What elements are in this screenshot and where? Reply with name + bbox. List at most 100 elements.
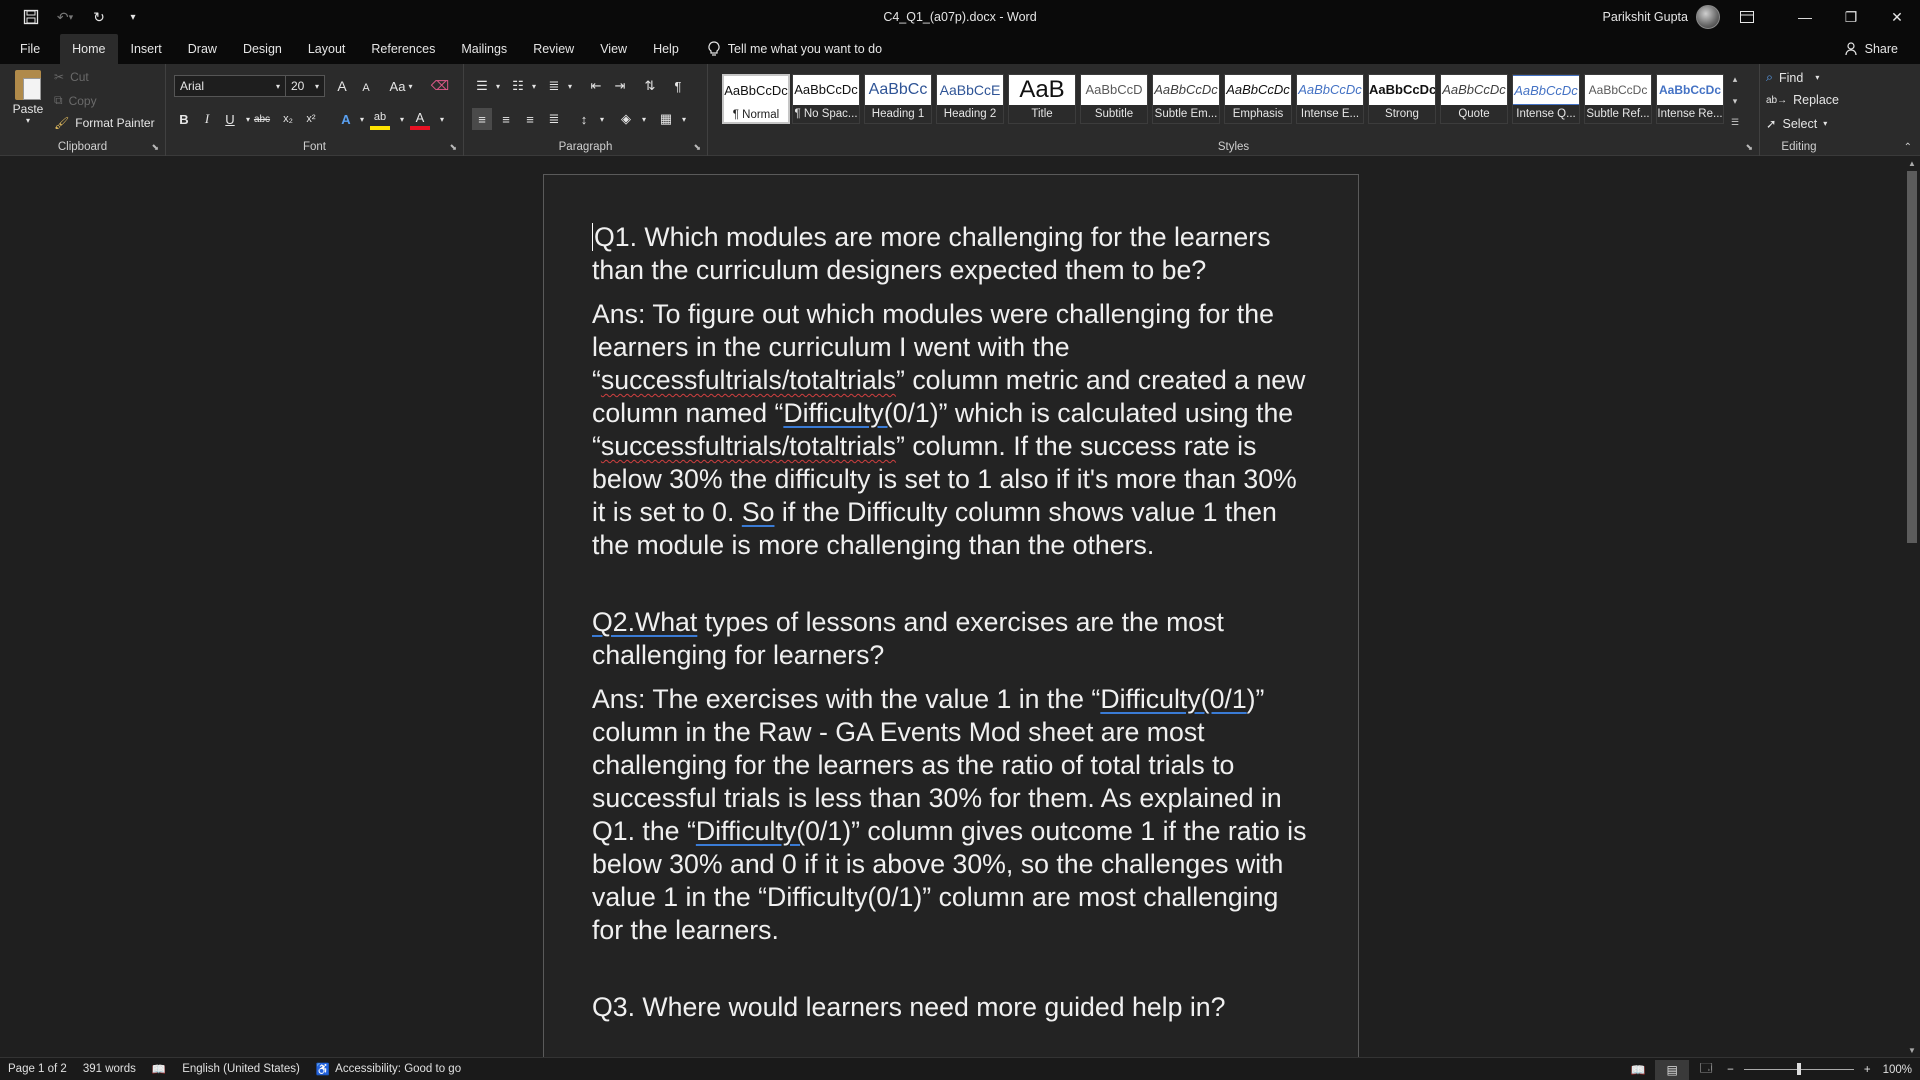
- justify-icon[interactable]: ≣: [544, 108, 564, 130]
- align-center-icon[interactable]: ≡: [496, 108, 516, 130]
- share-button[interactable]: Share: [1845, 34, 1898, 64]
- tab-home[interactable]: Home: [60, 34, 118, 64]
- style-quote[interactable]: AaBbCcDc Quote: [1440, 74, 1508, 124]
- change-case-button[interactable]: Aa ▾: [384, 75, 418, 97]
- borders-icon[interactable]: ▦: [656, 108, 676, 130]
- scroll-down-arrow-icon[interactable]: ▼: [1904, 1046, 1920, 1055]
- tab-file[interactable]: File: [0, 34, 60, 64]
- zoom-slider-knob[interactable]: [1796, 1063, 1801, 1075]
- chevron-down-icon[interactable]: ▾: [392, 108, 412, 130]
- grammar-flag[interactable]: Q2.What: [592, 607, 697, 637]
- avatar[interactable]: [1696, 5, 1720, 29]
- chevron-down-icon[interactable]: ▾: [352, 108, 372, 130]
- grammar-flag[interactable]: Difficulty(: [783, 398, 892, 428]
- tab-view[interactable]: View: [587, 34, 640, 64]
- spelling-error[interactable]: successfultrials/totaltrials: [601, 365, 896, 395]
- chevron-down-icon[interactable]: ▾: [432, 108, 452, 130]
- grammar-flag[interactable]: So: [742, 497, 775, 527]
- document-page[interactable]: Q1. Which modules are more challenging f…: [543, 174, 1359, 1057]
- accessibility-checker[interactable]: ♿ Accessibility: Good to go: [308, 1062, 469, 1076]
- style-subtle-emphasis[interactable]: AaBbCcDc Subtle Em...: [1152, 74, 1220, 124]
- italic-button[interactable]: I: [197, 108, 217, 130]
- tab-review[interactable]: Review: [520, 34, 587, 64]
- document-body[interactable]: Q1. Which modules are more challenging f…: [592, 221, 1312, 1035]
- style-strong[interactable]: AaBbCcDc Strong: [1368, 74, 1436, 124]
- shrink-font-icon[interactable]: A: [356, 77, 376, 99]
- style-title[interactable]: AaB Title: [1008, 74, 1076, 124]
- subscript-button[interactable]: x₂: [278, 108, 298, 130]
- chevron-down-icon[interactable]: ▾: [524, 75, 544, 97]
- spelling-error[interactable]: successfultrials/totaltrials: [601, 431, 896, 461]
- align-left-icon[interactable]: ≡: [472, 108, 492, 130]
- restore-icon[interactable]: ❐: [1828, 0, 1874, 34]
- style-subtle-reference[interactable]: AaBbCcDc Subtle Ref...: [1584, 74, 1652, 124]
- tab-design[interactable]: Design: [230, 34, 295, 64]
- web-layout-icon[interactable]: 🗔: [1689, 1060, 1723, 1080]
- superscript-button[interactable]: x²: [301, 108, 321, 130]
- tab-draw[interactable]: Draw: [175, 34, 230, 64]
- grammar-flag[interactable]: Difficulty(: [696, 816, 805, 846]
- copy-button[interactable]: ⧉ Copy: [54, 93, 97, 108]
- cut-button[interactable]: ✂ Cut: [54, 70, 89, 84]
- paste-button[interactable]: Paste ▾: [10, 70, 46, 125]
- tab-insert[interactable]: Insert: [118, 34, 175, 64]
- style-intense-reference[interactable]: AaBbCcDc Intense Re...: [1656, 74, 1724, 124]
- shading-icon[interactable]: ◈: [616, 108, 636, 130]
- tell-me-search[interactable]: Tell me what you want to do: [692, 34, 882, 64]
- chevron-down-icon[interactable]: ▾: [592, 108, 612, 130]
- print-layout-icon[interactable]: ▤: [1655, 1059, 1690, 1080]
- zoom-slider[interactable]: [1743, 1063, 1854, 1075]
- style-heading-2[interactable]: AaBbCcE Heading 2: [936, 74, 1004, 124]
- tab-mailings[interactable]: Mailings: [448, 34, 520, 64]
- word-count[interactable]: 391 words: [75, 1063, 144, 1075]
- user-account[interactable]: Parikshit Gupta: [1603, 0, 1720, 34]
- increase-indent-icon[interactable]: ⇥: [610, 75, 630, 97]
- vertical-scrollbar[interactable]: ▲ ▼: [1904, 157, 1920, 1057]
- zoom-out-button[interactable]: −: [1723, 1064, 1738, 1076]
- dialog-launcher-icon[interactable]: ⬊: [693, 142, 701, 153]
- dialog-launcher-icon[interactable]: ⬊: [449, 142, 457, 153]
- save-icon[interactable]: [16, 2, 46, 32]
- select-button[interactable]: ➚ Select ▾: [1766, 116, 1827, 132]
- chevron-down-icon[interactable]: ▾: [560, 75, 580, 97]
- customize-qat-icon[interactable]: ▾: [118, 2, 148, 32]
- style-subtitle[interactable]: AaBbCcD Subtitle: [1080, 74, 1148, 124]
- style-heading-1[interactable]: AaBbCc Heading 1: [864, 74, 932, 124]
- collapse-ribbon-icon[interactable]: ⌃: [1904, 142, 1912, 153]
- minimize-icon[interactable]: —: [1782, 0, 1828, 34]
- read-mode-icon[interactable]: 📖: [1621, 1060, 1655, 1080]
- redo-icon[interactable]: ↻: [84, 2, 114, 32]
- underline-button[interactable]: U: [220, 108, 240, 130]
- chevron-down-icon[interactable]: ▾: [674, 108, 694, 130]
- gallery-more-icon[interactable]: ☰: [1731, 117, 1739, 128]
- tab-references[interactable]: References: [358, 34, 448, 64]
- proofing-icon[interactable]: 📖: [144, 1062, 174, 1076]
- style-intense-emphasis[interactable]: AaBbCcDc Intense E...: [1296, 74, 1364, 124]
- style-intense-quote[interactable]: AaBbCcDc Intense Q...: [1512, 74, 1580, 124]
- format-painter-button[interactable]: 🖌 Format Painter: [54, 116, 155, 130]
- style-no-spacing[interactable]: AaBbCcDc ¶ No Spac...: [792, 74, 860, 124]
- grow-font-icon[interactable]: A: [332, 75, 352, 97]
- strikethrough-button[interactable]: abc: [252, 108, 272, 130]
- clear-formatting-icon[interactable]: ⌫: [430, 75, 450, 97]
- bold-button[interactable]: B: [174, 108, 194, 130]
- grammar-flag[interactable]: Difficulty(0/1: [1100, 684, 1246, 714]
- font-size-box[interactable]: 20 ▾: [285, 75, 325, 97]
- style-emphasis[interactable]: AaBbCcDc Emphasis: [1224, 74, 1292, 124]
- font-name-box[interactable]: Arial ▾: [174, 75, 286, 97]
- scroll-down-icon[interactable]: ▾: [1733, 96, 1738, 107]
- align-right-icon[interactable]: ≡: [520, 108, 540, 130]
- line-spacing-icon[interactable]: ↕: [574, 108, 594, 130]
- zoom-level[interactable]: 100%: [1875, 1064, 1920, 1076]
- scrollbar-thumb[interactable]: [1907, 171, 1917, 543]
- replace-button[interactable]: ab→ Replace: [1766, 93, 1839, 107]
- close-icon[interactable]: ✕: [1874, 0, 1920, 34]
- sort-icon[interactable]: ⇅: [640, 75, 660, 97]
- tab-layout[interactable]: Layout: [295, 34, 359, 64]
- ribbon-display-options-icon[interactable]: [1724, 0, 1770, 34]
- chevron-down-icon[interactable]: ▾: [488, 75, 508, 97]
- highlight-color-icon[interactable]: ab: [370, 108, 390, 130]
- chevron-down-icon[interactable]: ▾: [634, 108, 654, 130]
- find-button[interactable]: ⌕ Find ▾: [1766, 70, 1819, 85]
- scroll-up-icon[interactable]: ▴: [1733, 74, 1738, 85]
